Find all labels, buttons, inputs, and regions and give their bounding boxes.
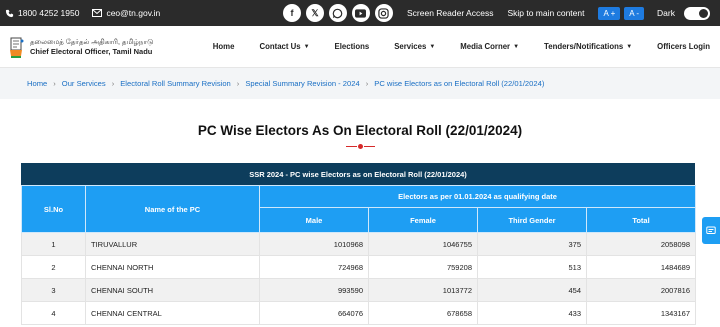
electors-table: Sl.No Name of the PC Electors as per 01.… xyxy=(21,185,697,325)
youtube-icon[interactable] xyxy=(351,4,370,22)
floating-chat-button[interactable] xyxy=(702,217,720,244)
chevron-down-icon: ▼ xyxy=(303,43,310,50)
cell-pc-name: CHENNAI SOUTH xyxy=(85,278,260,302)
phone-contact[interactable]: 1800 4252 1950 xyxy=(5,8,79,18)
breadcrumb-electoral-roll-summary[interactable]: Electoral Roll Summary Revision xyxy=(120,79,231,88)
table-caption: SSR 2024 - PC wise Electors as on Electo… xyxy=(21,163,695,185)
nav-services[interactable]: Services ▼ xyxy=(394,42,435,51)
chevron-down-icon: ▼ xyxy=(626,43,633,50)
table-row: 2 CHENNAI NORTH 724968 759208 513 148468… xyxy=(21,255,697,279)
main-nav: Home Contact Us ▼ Elections Services ▼ Med… xyxy=(213,42,710,51)
cell-sl-no: 2 xyxy=(21,255,86,279)
whatsapp-icon[interactable] xyxy=(328,4,347,22)
header-third-gender: Third Gender xyxy=(477,207,587,233)
email-address: ceo@tn.gov.in xyxy=(106,8,161,18)
site-header: தலைமைத் தேர்தல் அதிகாரி, தமிழ்நாடு Chief… xyxy=(0,26,720,68)
phone-number: 1800 4252 1950 xyxy=(18,8,80,18)
cell-male: 664076 xyxy=(259,301,369,325)
breadcrumb-our-services[interactable]: Our Services xyxy=(62,79,106,88)
breadcrumb: Home › Our Services › Electoral Roll Sum… xyxy=(0,68,720,99)
table-row: 1 TIRUVALLUR 1010968 1046755 375 2058098 xyxy=(21,232,697,256)
screen-reader-link[interactable]: Screen Reader Access xyxy=(407,8,493,18)
header-pc-name: Name of the PC xyxy=(85,185,260,233)
page-title: PC Wise Electors As On Electoral Roll (2… xyxy=(197,123,523,138)
cell-total: 2058098 xyxy=(585,232,697,256)
header-sl-no: Sl.No xyxy=(21,185,86,233)
dark-mode-toggle[interactable] xyxy=(684,6,710,20)
phone-icon xyxy=(5,9,14,17)
header-female: Female xyxy=(368,207,478,233)
cell-male: 724968 xyxy=(259,255,369,279)
message-icon xyxy=(706,226,716,234)
table-row: 4 CHENNAI CENTRAL 664076 678658 433 1343… xyxy=(21,301,697,325)
cell-sl-no: 4 xyxy=(21,301,86,325)
nav-officers-login[interactable]: Officers Login xyxy=(657,42,710,51)
cell-third-gender: 454 xyxy=(477,278,587,302)
font-decrease-button[interactable]: A - xyxy=(624,6,645,20)
breadcrumb-current-page[interactable]: PC wise Electors as on Electoral Roll (2… xyxy=(374,79,544,88)
skip-to-main-link[interactable]: Skip to main content xyxy=(507,8,584,18)
cell-female: 678658 xyxy=(368,301,478,325)
nav-home[interactable]: Home xyxy=(213,42,235,51)
header-male: Male xyxy=(259,207,369,233)
cell-sl-no: 3 xyxy=(21,278,86,302)
nav-elections[interactable]: Elections xyxy=(335,42,370,51)
cell-pc-name: CHENNAI NORTH xyxy=(85,255,260,279)
social-links: f 𝕏 xyxy=(278,4,393,22)
cell-male: 1010968 xyxy=(259,232,369,256)
top-utility-bar: 1800 4252 1950 ceo@tn.gov.in f 𝕏 Screen … xyxy=(0,0,720,26)
cell-third-gender: 513 xyxy=(477,255,587,279)
header-electors-group: Electors as per 01.01.2024 as qualifying… xyxy=(258,185,697,208)
breadcrumb-separator-icon: › xyxy=(53,79,56,88)
breadcrumb-separator-icon: › xyxy=(365,79,369,88)
logo-english-text: Chief Electoral Officer, Tamil Nadu xyxy=(30,46,153,56)
electors-table-container: SSR 2024 - PC wise Electors as on Electo… xyxy=(21,163,697,325)
cell-third-gender: 375 xyxy=(477,232,587,256)
cell-sl-no: 1 xyxy=(21,232,86,256)
nav-contact-us[interactable]: Contact Us ▼ xyxy=(259,42,309,51)
cell-total: 1484689 xyxy=(585,255,697,279)
nav-tenders-notifications[interactable]: Tenders/Notifications ▼ xyxy=(544,42,632,51)
cell-female: 1046755 xyxy=(368,232,478,256)
breadcrumb-separator-icon: › xyxy=(111,79,115,88)
instagram-icon[interactable] xyxy=(374,4,393,22)
font-increase-button[interactable]: A + xyxy=(598,6,621,20)
breadcrumb-home[interactable]: Home xyxy=(27,79,47,88)
site-logo[interactable]: தலைமைத் தேர்தல் அதிகாரி, தமிழ்நாடு Chief… xyxy=(7,35,153,59)
cell-total: 2007816 xyxy=(585,278,697,302)
breadcrumb-special-summary-revision[interactable]: Special Summary Revision - 2024 xyxy=(245,79,359,88)
email-contact[interactable]: ceo@tn.gov.in xyxy=(92,8,160,18)
breadcrumb-separator-icon: › xyxy=(236,79,240,88)
logo-tamil-text: தலைமைத் தேர்தல் அதிகாரி, தமிழ்நாடு xyxy=(30,38,154,46)
mail-icon xyxy=(92,9,103,17)
title-divider xyxy=(0,144,720,149)
header-total: Total xyxy=(585,207,697,233)
dark-mode-label: Dark xyxy=(657,8,675,18)
cell-pc-name: CHENNAI CENTRAL xyxy=(85,301,260,325)
facebook-icon[interactable]: f xyxy=(282,4,301,22)
cell-female: 1013772 xyxy=(368,278,478,302)
cell-total: 1343167 xyxy=(585,301,697,325)
cell-female: 759208 xyxy=(368,255,478,279)
cell-third-gender: 433 xyxy=(477,301,587,325)
chevron-down-icon: ▼ xyxy=(513,43,520,50)
cell-pc-name: TIRUVALLUR xyxy=(85,232,260,256)
x-icon[interactable]: 𝕏 xyxy=(305,4,324,22)
ballot-hand-logo-icon xyxy=(10,37,24,58)
nav-media-corner[interactable]: Media Corner ▼ xyxy=(460,42,519,51)
cell-male: 993590 xyxy=(259,278,369,302)
chevron-down-icon: ▼ xyxy=(429,43,436,50)
table-row: 3 CHENNAI SOUTH 993590 1013772 454 20078… xyxy=(21,278,697,302)
